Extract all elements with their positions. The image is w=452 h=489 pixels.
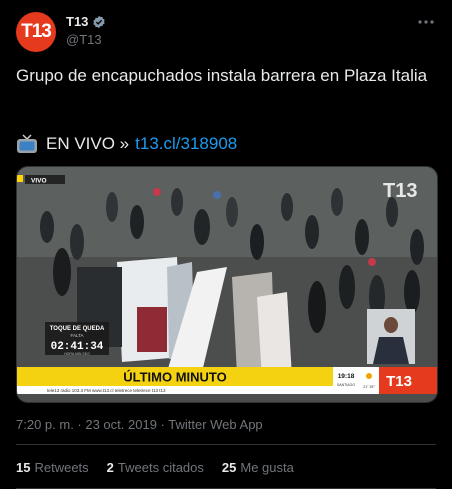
live-line: EN VIVO » t13.cl/318908 <box>16 132 237 155</box>
divider <box>16 444 436 445</box>
live-tag: VIVO <box>31 178 47 185</box>
quotes-label: Tweets citados <box>117 460 204 475</box>
tweet-stats: 15 Retweets 2 Tweets citados 25 Me gusta <box>16 460 294 475</box>
curfew-sub: FALTA <box>70 333 83 338</box>
video-thumbnail[interactable]: VIVO T13 TOQUE DE QUEDA FALTA 02:41:34 H… <box>16 166 438 403</box>
tweet-header: T13 T13 @T13 <box>16 12 436 52</box>
live-link[interactable]: t13.cl/318908 <box>135 132 237 155</box>
channel-watermark: T13 <box>383 180 417 202</box>
quote-tweets-stat[interactable]: 2 Tweets citados <box>107 460 204 475</box>
author-handle[interactable]: @T13 <box>66 32 106 47</box>
ticker-text: tele13 radio 103.3 FM www.t13.cl teletre… <box>47 388 166 393</box>
quotes-count: 2 <box>106 460 114 475</box>
avatar[interactable]: T13 <box>16 12 56 52</box>
live-label: EN VIVO » <box>46 134 130 153</box>
city: SANTIAGO <box>337 383 355 387</box>
curfew-units: HORA MIN SEG <box>64 352 90 356</box>
tweet-text: Grupo de encapuchados instala barrera en… <box>16 66 428 85</box>
temperature: 21° 25° <box>363 385 375 389</box>
breaking-banner: ÚLTIMO MINUTO <box>123 370 227 385</box>
likes-label: Me gusta <box>240 460 294 475</box>
verified-icon <box>93 15 106 28</box>
tv-icon <box>17 133 37 153</box>
video-frame: VIVO T13 TOQUE DE QUEDA FALTA 02:41:34 H… <box>17 167 437 402</box>
retweets-count: 15 <box>16 460 31 475</box>
retweets-stat[interactable]: 15 Retweets <box>16 460 89 475</box>
channel-logo: T13 <box>386 373 412 390</box>
likes-count: 25 <box>221 460 237 475</box>
clock: 19:18 <box>338 373 355 380</box>
retweets-label: Retweets <box>34 460 89 475</box>
more-options-icon[interactable] <box>416 14 436 30</box>
tweet-timestamp[interactable]: 7:20 p. m. · 23 oct. 2019 · Twitter Web … <box>16 417 263 432</box>
curfew-title: TOQUE DE QUEDA <box>50 326 105 332</box>
author-name[interactable]: T13 <box>66 14 88 29</box>
t13-logo: T13 <box>21 21 52 42</box>
likes-stat[interactable]: 25 Me gusta <box>222 460 294 475</box>
author-info: T13 @T13 <box>66 14 106 47</box>
